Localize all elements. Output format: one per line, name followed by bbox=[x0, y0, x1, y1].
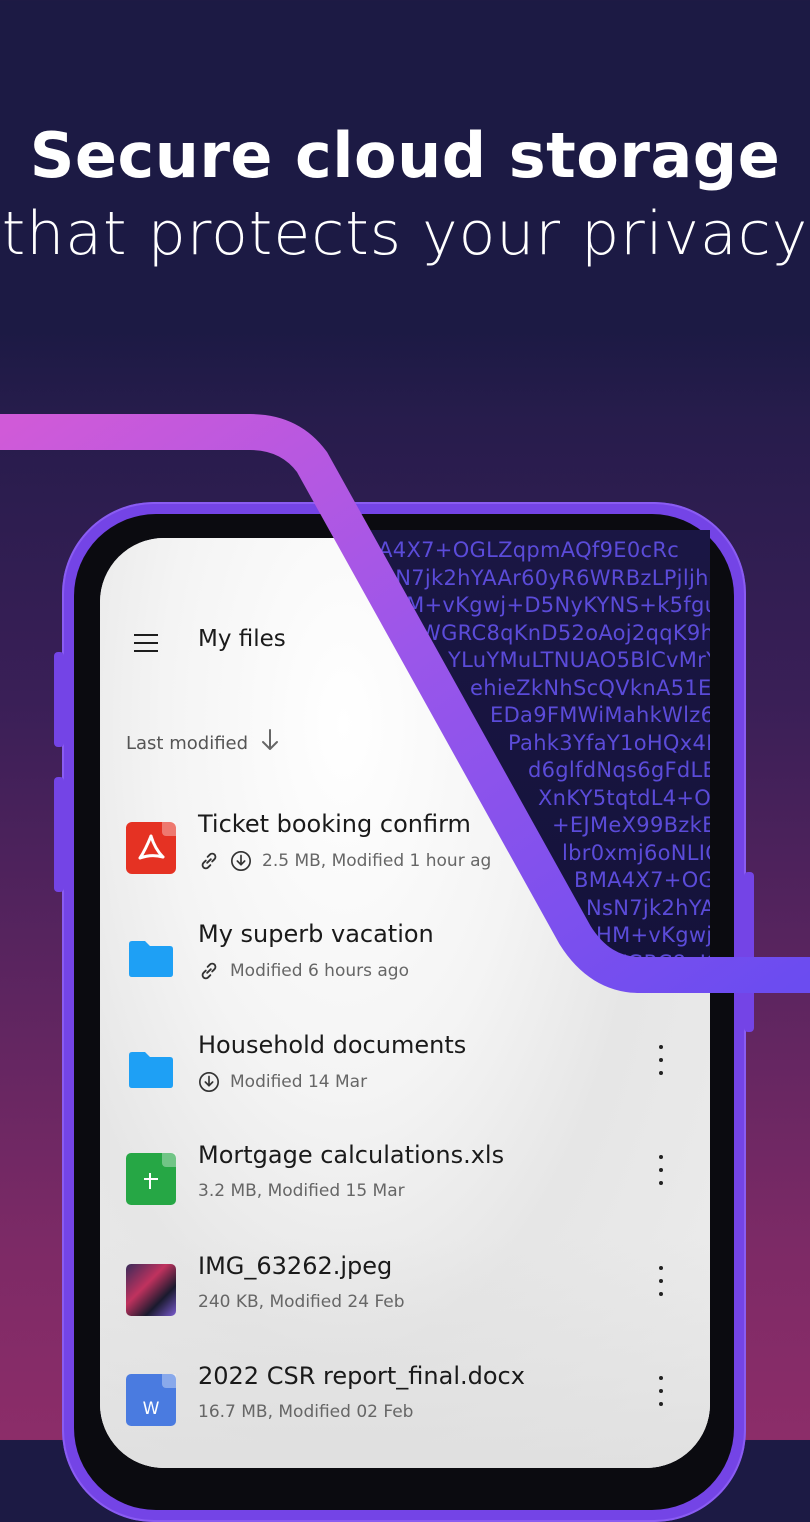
more-options-icon[interactable] bbox=[654, 1374, 668, 1408]
pdf-icon bbox=[126, 822, 176, 874]
file-details: Modified 6 hours ago bbox=[230, 961, 409, 982]
file-details: 2.5 MB, Modified 1 hour ag bbox=[262, 851, 492, 871]
file-meta: Modified 6 hours ago bbox=[198, 960, 409, 982]
file-name: Ticket booking confirm bbox=[198, 810, 471, 838]
file-details: Modified 14 Mar bbox=[230, 1071, 368, 1092]
file-list-item[interactable]: Ticket booking confirm 2.5 MB, Modified 1… bbox=[100, 810, 710, 910]
shared-link-icon bbox=[198, 850, 220, 872]
file-details: 16.7 MB, Modified 02 Feb bbox=[198, 1402, 414, 1422]
sort-label: Last modified bbox=[126, 732, 249, 754]
file-list-item[interactable]: Household documents Modified 14 Mar bbox=[100, 1031, 710, 1131]
phone-side-button bbox=[54, 777, 64, 892]
folder-icon bbox=[126, 932, 176, 984]
file-meta: 2.5 MB, Modified 1 hour ag bbox=[198, 850, 491, 872]
file-list-item[interactable]: My superb vacation Modified 6 hours ago bbox=[100, 920, 710, 1020]
file-details: 3.2 MB, Modified 15 Mar bbox=[198, 1181, 405, 1202]
more-options-icon[interactable] bbox=[654, 1043, 668, 1077]
image-thumbnail bbox=[126, 1263, 176, 1316]
folder-icon bbox=[126, 1043, 176, 1095]
word-doc-icon: W bbox=[126, 1374, 176, 1426]
available-offline-icon bbox=[230, 850, 252, 872]
file-name: Household documents bbox=[198, 1030, 467, 1059]
file-meta: Modified 14 Mar bbox=[198, 1071, 367, 1093]
sort-control[interactable]: Last modified bbox=[126, 728, 280, 758]
file-meta: 3.2 MB, Modified 15 Mar bbox=[198, 1181, 405, 1201]
more-options-icon[interactable] bbox=[654, 1264, 668, 1298]
more-options-icon[interactable] bbox=[654, 1153, 668, 1187]
shared-link-icon bbox=[198, 960, 220, 982]
file-details: 240 KB, Modified 24 Feb bbox=[198, 1291, 405, 1312]
phone-side-button bbox=[54, 652, 64, 747]
file-name: 2022 CSR report_final.docx bbox=[198, 1362, 525, 1390]
available-offline-icon bbox=[198, 1071, 220, 1093]
sort-descending-icon bbox=[260, 728, 280, 758]
file-list-item[interactable]: IMG_63262.jpeg 240 KB, Modified 24 Feb bbox=[100, 1252, 710, 1352]
file-list-item[interactable]: W 2022 CSR report_final.docx 16.7 MB, Modi… bbox=[100, 1362, 710, 1462]
hero-headline: Secure cloud storage that protects your … bbox=[0, 118, 810, 274]
headline-line-2: that protects your privacy bbox=[1, 199, 809, 269]
file-name: My superb vacation bbox=[198, 920, 434, 949]
files-app: My files Last modified Ticket booking co… bbox=[100, 538, 710, 1468]
file-meta: 16.7 MB, Modified 02 Feb bbox=[198, 1402, 413, 1422]
spreadsheet-icon bbox=[126, 1153, 176, 1206]
page-title: My files bbox=[198, 626, 286, 652]
phone-side-button bbox=[744, 872, 754, 1032]
file-name: IMG_63262.jpeg bbox=[198, 1251, 393, 1280]
hamburger-menu-button[interactable] bbox=[130, 630, 162, 656]
headline-line-1: Secure cloud storage bbox=[29, 119, 781, 192]
file-list-item[interactable]: Mortgage calculations.xls 3.2 MB, Modifie… bbox=[100, 1141, 710, 1241]
file-meta: 240 KB, Modified 24 Feb bbox=[198, 1292, 405, 1312]
file-name: Mortgage calculations.xls bbox=[198, 1141, 505, 1170]
svg-text:W: W bbox=[143, 1399, 160, 1419]
